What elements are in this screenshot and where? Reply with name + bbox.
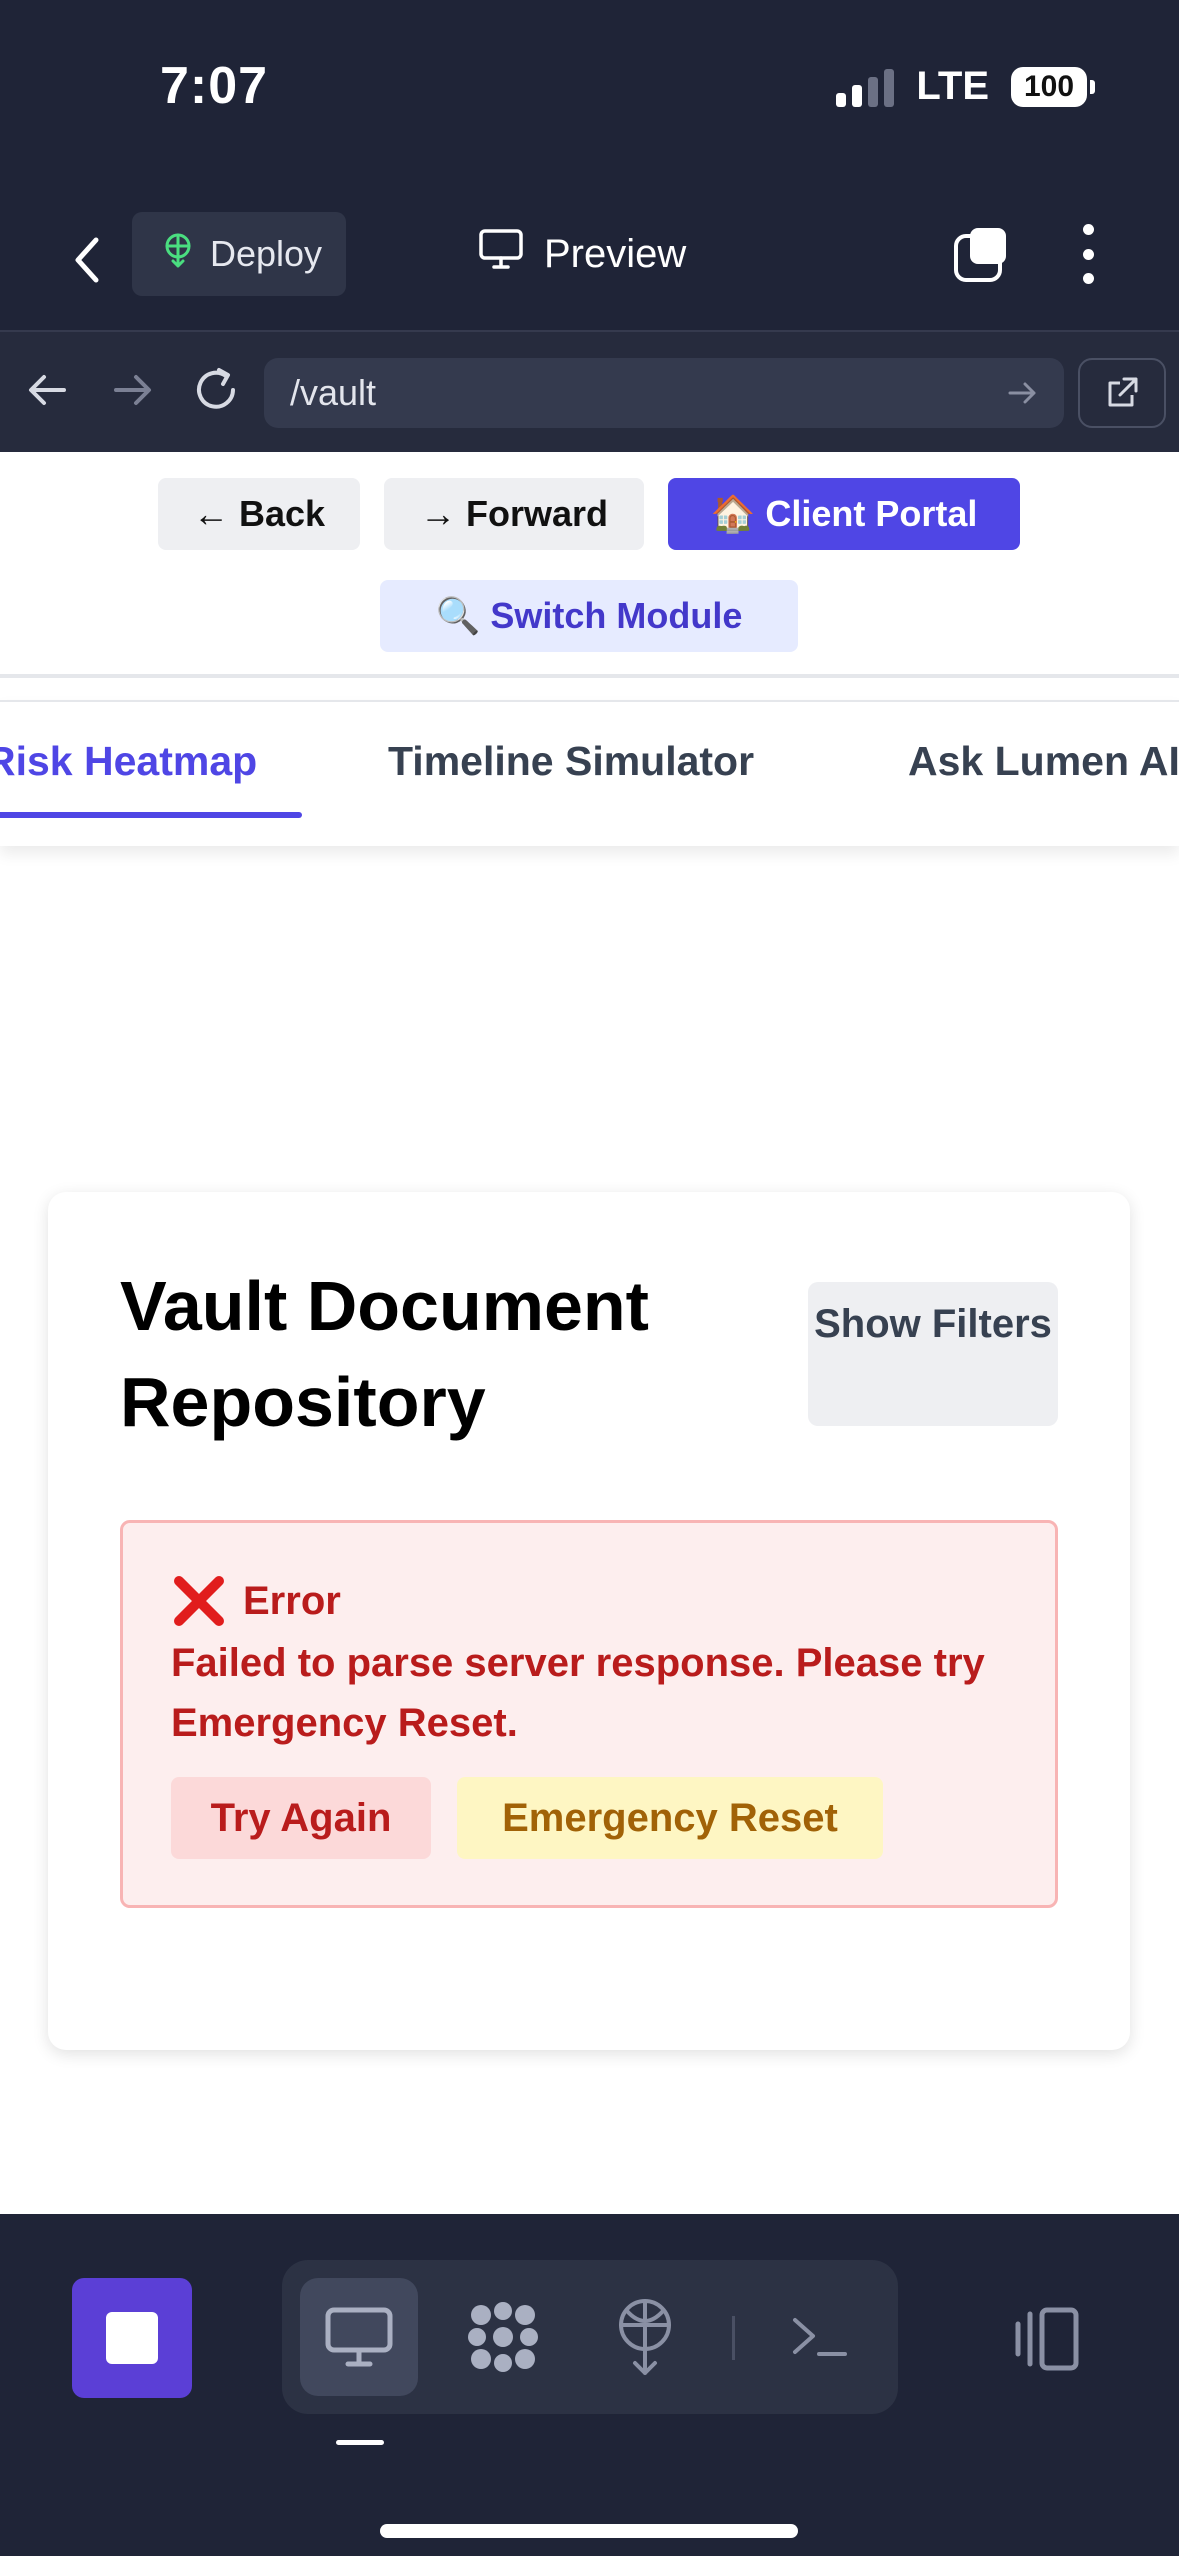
deploy-globe-icon[interactable] — [586, 2278, 704, 2396]
module-tabs: Risk Heatmap Timeline Simulator Ask Lume… — [0, 700, 1179, 846]
error-heading: Error — [171, 1573, 341, 1629]
more-vertical-icon[interactable] — [1078, 224, 1098, 284]
try-again-button[interactable]: Try Again — [171, 1777, 431, 1859]
terminal-icon[interactable] — [760, 2278, 878, 2396]
tab-ask-lumen-ai[interactable]: Ask Lumen AI — [908, 738, 1179, 785]
external-link-icon[interactable] — [1078, 358, 1166, 428]
show-filters-button[interactable]: Show Filters — [808, 1282, 1058, 1426]
go-arrow-icon[interactable] — [1004, 374, 1042, 412]
tabs-icon[interactable] — [952, 224, 1012, 284]
desktop-icon[interactable] — [300, 2278, 418, 2396]
battery-icon: 100 — [1011, 66, 1095, 107]
sidebar-toggle-icon[interactable] — [1008, 2300, 1088, 2380]
monitor-icon — [478, 228, 524, 280]
signal-icon — [836, 67, 895, 107]
divider — [0, 674, 1179, 678]
forward-button[interactable]: → Forward — [384, 478, 644, 550]
back-button[interactable]: ← Back — [158, 478, 360, 550]
dock-separator — [732, 2316, 735, 2360]
url-bar: /vault — [0, 330, 1179, 452]
status-indicators: LTE 100 — [836, 64, 1095, 109]
active-tab-indicator — [0, 812, 302, 818]
error-alert: Error Failed to parse server response. P… — [120, 1520, 1058, 1908]
network-type: LTE — [916, 64, 989, 108]
packages-icon[interactable] — [444, 2278, 562, 2396]
dock — [282, 2260, 898, 2414]
url-text: /vault — [290, 372, 377, 413]
web-content: ← Back → Forward 🏠 Client Portal 🔍 Switc… — [0, 452, 1179, 2214]
reload-icon[interactable] — [186, 360, 246, 420]
bottom-bar — [0, 2214, 1179, 2556]
status-bar: 7:07 LTE 100 — [0, 0, 1179, 180]
status-time: 7:07 — [160, 57, 269, 115]
error-title: Error — [243, 1578, 341, 1623]
stop-icon[interactable] — [72, 2278, 192, 2398]
preview-tab[interactable]: Preview — [478, 222, 686, 286]
home-indicator — [380, 2524, 798, 2538]
arrow-right-icon[interactable] — [102, 360, 162, 420]
page-title: Vault Document Repository — [120, 1267, 649, 1441]
error-message: Failed to parse server response. Please … — [171, 1641, 985, 1745]
url-input[interactable]: /vault — [264, 358, 1064, 428]
deploy-label: Deploy — [210, 233, 323, 274]
switch-module-button[interactable]: 🔍 Switch Module — [380, 580, 798, 652]
error-x-icon — [171, 1573, 227, 1629]
chevron-left-icon[interactable] — [62, 230, 112, 290]
deploy-button[interactable]: Deploy — [132, 212, 346, 296]
client-portal-button[interactable]: 🏠 Client Portal — [668, 478, 1020, 550]
preview-label: Preview — [544, 231, 687, 276]
tab-risk-heatmap[interactable]: Risk Heatmap — [0, 738, 257, 785]
emergency-reset-button[interactable]: Emergency Reset — [457, 1777, 883, 1859]
tab-timeline-simulator[interactable]: Timeline Simulator — [388, 738, 754, 785]
vault-card: Vault Document Repository Show Filters E… — [48, 1192, 1130, 2050]
active-indicator — [336, 2440, 384, 2445]
app-toolbar: Deploy Preview — [0, 200, 1179, 330]
deploy-icon — [160, 232, 196, 277]
arrow-left-icon[interactable] — [18, 360, 78, 420]
